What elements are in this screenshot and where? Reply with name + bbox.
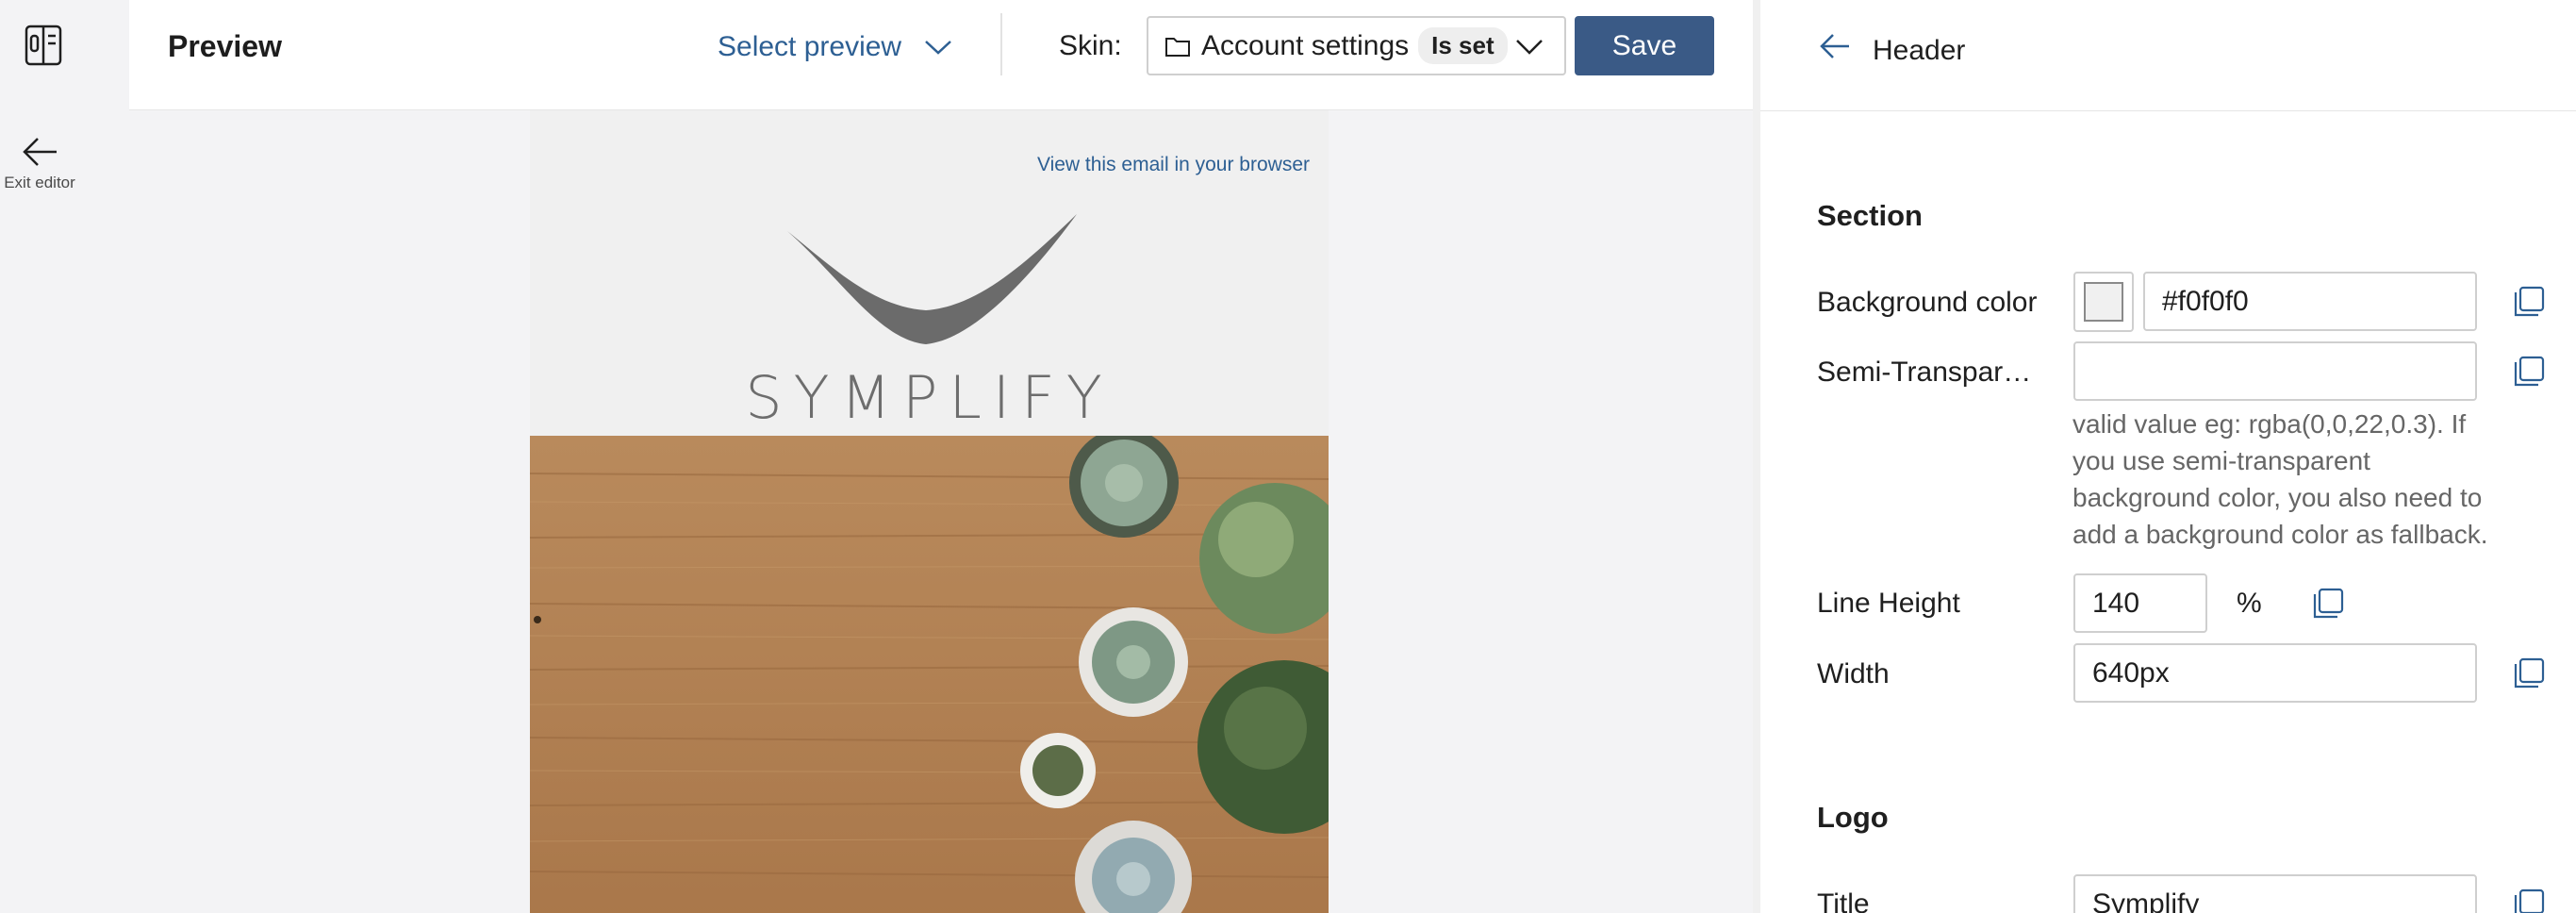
color-preview [2084,282,2123,322]
preview-canvas: View this email in your browser SYMPLIFY [129,110,1753,913]
select-preview-label: Select preview [718,31,902,62]
logo-wordmark: SYMPLIFY [745,363,1114,432]
panel-toggle-icon[interactable] [25,25,62,66]
section-heading: Section [1817,199,1923,232]
line-height-input[interactable] [2073,573,2207,633]
panel-header: Header [1760,0,2576,111]
skin-select[interactable]: Account settings Is set [1147,16,1566,75]
background-color-input[interactable] [2143,272,2477,331]
arrow-left-icon [1820,34,1849,58]
chevron-down-icon [1516,40,1543,55]
title-input[interactable] [2073,874,2477,913]
arrow-left-icon [23,138,57,166]
copy-icon[interactable] [2510,886,2548,913]
back-button[interactable] [1819,32,1851,65]
editor-app: Exit editor Preview Select preview Skin:… [0,0,2576,913]
logo-section-heading: Logo [1817,801,1889,834]
skin-label: Skin: [1059,30,1122,61]
page-title: Preview [168,29,282,63]
semi-transparent-help: valid value eg: rgba(0,0,22,0.3). If you… [2072,409,2488,549]
left-rail: Exit editor [0,0,129,913]
panel-divider [1753,0,1760,913]
status-badge: Is set [1418,27,1508,64]
save-button[interactable]: Save [1575,16,1714,75]
exit-editor-button[interactable]: Exit editor [0,132,79,211]
select-preview-dropdown[interactable]: Select preview [718,28,952,66]
copy-icon[interactable] [2309,585,2347,622]
background-color-swatch[interactable] [2073,272,2134,332]
background-color-label: Background color [1817,287,2038,318]
copy-icon[interactable] [2510,283,2548,321]
skin-name: Account settings [1201,29,1410,61]
view-in-browser-link[interactable]: View this email in your browser [1037,154,1310,176]
width-label: Width [1817,658,1890,689]
toolbar-divider [1000,13,1002,75]
width-input[interactable] [2073,643,2477,703]
copy-icon[interactable] [2510,353,2548,390]
exit-editor-label: Exit editor [4,174,75,191]
email-preview: View this email in your browser SYMPLIFY [530,110,1329,913]
semi-transparent-input[interactable] [2073,341,2477,401]
copy-icon[interactable] [2510,655,2548,692]
semi-transparent-label: Semi-Transpar… [1817,357,2032,388]
chevron-down-icon [925,41,951,55]
hero-image [530,436,1329,913]
preview-toolbar: Preview Select preview Skin: Account set… [129,0,1753,110]
line-height-unit: % [2237,588,2262,619]
panel-title: Header [1873,35,1966,66]
folder-icon [1165,37,1190,57]
title-label: Title [1817,888,1870,913]
line-height-label: Line Height [1817,588,1960,619]
symplify-logo-mark [787,214,1077,344]
inspector-panel: Header Section Background color Semi-Tra… [1760,0,2576,913]
